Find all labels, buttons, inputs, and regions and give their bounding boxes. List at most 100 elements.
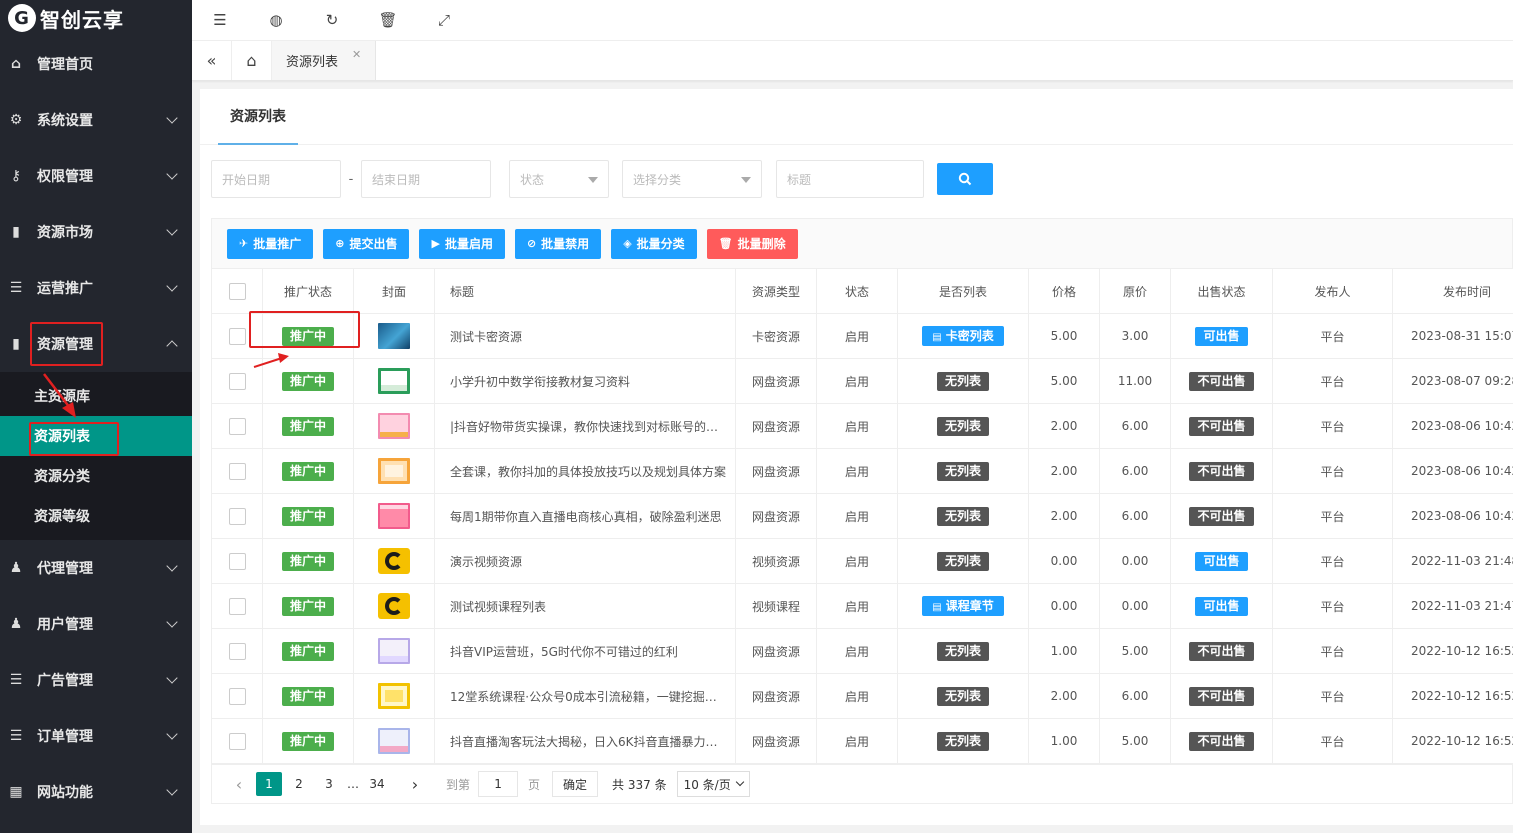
column-header[interactable]: 封面 [353,268,435,314]
status-select[interactable]: 状态 [509,160,609,198]
submit-sale-button[interactable]: ⊕ 提交出售 [323,228,410,259]
column-header[interactable]: 发布人 [1272,268,1393,314]
next-page-button[interactable]: › [402,772,428,796]
column-header[interactable]: 发布时间 [1392,268,1513,314]
nav-item-orders[interactable]: ☰ 订单管理 [0,708,192,764]
column-header[interactable]: 资源类型 [735,268,817,314]
header-select-all[interactable] [211,268,263,314]
checkbox[interactable] [228,552,246,570]
sub-item-resource-level[interactable]: 资源等级 [0,496,192,536]
column-header[interactable]: 标题 [434,268,736,314]
nav-item-users[interactable]: ♟ 用户管理 [0,596,192,652]
column-header[interactable]: 出售状态 [1170,268,1273,314]
cover-thumbnail[interactable] [378,638,410,664]
batch-disable-button[interactable]: ⊘ 批量禁用 [514,228,602,259]
row-select-cell[interactable] [211,313,263,359]
table-row[interactable]: 推广中 演示视频资源 视频资源 启用 无列表 0.00 0.00 可出售 平台 2022-11-0… [211,538,1513,584]
row-select-cell[interactable] [211,628,263,674]
row-select-cell[interactable] [211,448,263,494]
tab-home-icon[interactable]: ⌂ [232,41,272,80]
column-header[interactable]: 价格 [1028,268,1100,314]
page-button[interactable]: 2 [286,772,312,796]
row-select-cell[interactable] [211,358,263,404]
list-button[interactable]: ▤ 课程章节 [922,596,1004,616]
page-button[interactable]: 34 [364,772,390,796]
prev-page-button[interactable]: ‹ [226,772,252,796]
logo[interactable]: G 智创云享 [0,0,192,36]
cover-thumbnail[interactable] [378,323,410,349]
fullscreen-icon[interactable]: ⤢ [416,11,472,29]
row-select-cell[interactable] [211,718,263,764]
checkbox[interactable] [228,282,246,300]
row-select-cell[interactable] [211,538,263,584]
sub-item-main-library[interactable]: 主资源库 [0,376,192,416]
nav-item-home[interactable]: ⌂ 管理首页 [0,36,192,92]
sub-item-resource-list[interactable]: 资源列表 [0,416,192,456]
cover-thumbnail[interactable] [378,458,410,484]
checkbox[interactable] [228,372,246,390]
cover-thumbnail[interactable] [378,728,410,754]
batch-category-button[interactable]: ◈ 批量分类 [611,228,697,259]
search-button[interactable] [937,163,993,195]
goto-confirm-button[interactable]: 确定 [552,771,599,797]
card-tab-resource-list[interactable]: 资源列表 [218,89,298,145]
tabs-collapse-icon[interactable]: « [192,41,232,80]
cover-thumbnail[interactable] [378,413,410,439]
row-select-cell[interactable] [211,493,263,539]
nav-item-system-settings[interactable]: ⚙ 系统设置 [0,92,192,148]
trash-icon[interactable]: 🗑 [360,11,416,29]
nav-item-permissions[interactable]: ⚷ 权限管理 [0,148,192,204]
nav-item-resource-market[interactable]: ▮ 资源市场 [0,204,192,260]
checkbox[interactable] [228,687,246,705]
column-header[interactable]: 推广状态 [262,268,354,314]
category-select[interactable]: 选择分类 [622,160,762,198]
nav-item-agents[interactable]: ♟ 代理管理 [0,540,192,596]
goto-page-input[interactable]: 1 [478,771,519,797]
list-button[interactable]: ▤ 卡密列表 [922,326,1004,346]
nav-item-site-features[interactable]: ▦ 网站功能 [0,764,192,820]
table-row[interactable]: 推广中 小学升初中数学衔接教材复习资料 网盘资源 启用 无列表 5.00 11.00 不可出售… [211,358,1513,404]
row-select-cell[interactable] [211,583,263,629]
batch-delete-button[interactable]: 🗑 批量删除 [706,228,798,259]
table-row[interactable]: 推广中 12堂系统课程·公众号0成本引流秘籍，一键挖掘流量 网盘资源 启用 无列表 2.0… [211,673,1513,719]
cover-thumbnail[interactable] [378,683,410,709]
table-row[interactable]: 推广中 每周1期带你直入直播电商核心真相，破除盈利迷思 网盘资源 启用 无列表 2.00 6… [211,493,1513,539]
nav-item-operations[interactable]: ☰ 运营推广 [0,260,192,316]
column-header[interactable]: 状态 [816,268,898,314]
checkbox[interactable] [228,417,246,435]
table-row[interactable]: 推广中 抖音直播淘客玩法大揭秘，日入6K抖音直播暴力玩法 网盘资源 启用 无列表 1.00… [211,718,1513,764]
refresh-icon[interactable]: ↻ [304,11,360,29]
cover-thumbnail[interactable] [378,548,410,574]
start-date-input[interactable]: 开始日期 [211,160,341,198]
end-date-input[interactable]: 结束日期 [361,160,491,198]
page-button[interactable]: 3 [316,772,342,796]
table-row[interactable]: 推广中 测试卡密资源 卡密资源 启用 ▤ 卡密列表 5.00 3.00 可出售 平台 2023-08… [211,313,1513,359]
checkbox[interactable] [228,462,246,480]
checkbox[interactable] [228,327,246,345]
column-header[interactable]: 是否列表 [897,268,1029,314]
checkbox[interactable] [228,732,246,750]
cover-thumbnail[interactable] [378,593,410,619]
cover-thumbnail[interactable] [378,368,410,394]
nav-item-ads[interactable]: ☰ 广告管理 [0,652,192,708]
column-header[interactable]: 原价 [1099,268,1171,314]
table-row[interactable]: 推广中 测试视频课程列表 视频课程 启用 ▤ 课程章节 0.00 0.00 可出售 平台 2022-… [211,583,1513,629]
checkbox[interactable] [228,507,246,525]
close-icon[interactable]: ✕ [352,48,361,61]
batch-promote-button[interactable]: ✈ 批量推广 [227,228,314,259]
table-row[interactable]: 推广中 抖音VIP运营班，5G时代你不可错过的红利 网盘资源 启用 无列表 1.00 5.0… [211,628,1513,674]
sub-item-resource-category[interactable]: 资源分类 [0,456,192,496]
table-row[interactable]: 推广中 |抖音好物带货实操课，教你快速找到对标账号的方法 网盘资源 启用 无列表 2.00… [211,403,1513,449]
checkbox[interactable] [228,642,246,660]
row-select-cell[interactable] [211,403,263,449]
batch-enable-button[interactable]: ▶ 批量启用 [419,228,505,259]
title-input[interactable]: 标题 [776,160,924,198]
row-select-cell[interactable] [211,673,263,719]
tab-resource-list[interactable]: 资源列表 ✕ [272,41,377,80]
checkbox[interactable] [228,597,246,615]
page-button[interactable]: 1 [256,772,282,796]
cover-thumbnail[interactable] [378,503,410,529]
nav-item-resource-management[interactable]: ▮ 资源管理 [0,316,192,372]
menu-toggle-icon[interactable]: ☰ [192,11,248,29]
globe-icon[interactable]: ◍ [248,11,304,29]
